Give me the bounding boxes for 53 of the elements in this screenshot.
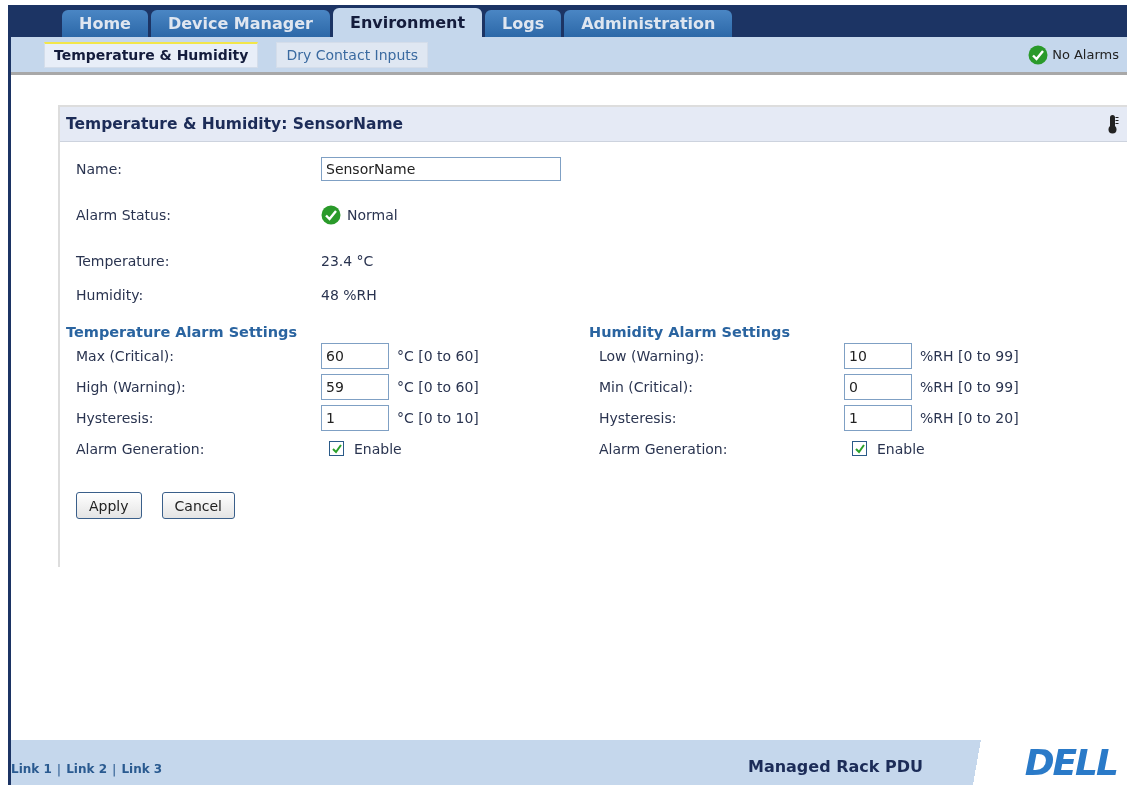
field-label: Low (Warning): bbox=[599, 347, 706, 364]
number-field[interactable]: 0 bbox=[844, 373, 912, 400]
footer-link[interactable]: Link 3 bbox=[121, 762, 163, 777]
humidity-value: 48 %RH bbox=[321, 287, 377, 303]
field-label: Humidity: bbox=[76, 287, 145, 303]
unit-range: %RH [0 to 99] bbox=[920, 347, 1019, 364]
nav-tab[interactable]: Logs bbox=[485, 10, 562, 37]
field-label: Alarm Generation: bbox=[76, 440, 206, 457]
field-label: Alarm Status: bbox=[76, 207, 172, 223]
thermometer-icon bbox=[1107, 114, 1119, 134]
field-label: Min (Critical): bbox=[599, 378, 694, 395]
product-name: Managed Rack PDU bbox=[747, 757, 923, 778]
link-separator: | bbox=[56, 762, 62, 777]
unit-range: °C [0 to 60] bbox=[397, 347, 479, 364]
checkbox-label: Enable bbox=[354, 440, 402, 457]
unit-range: °C [0 to 60] bbox=[397, 378, 479, 395]
unit-range: °C [0 to 10] bbox=[397, 409, 479, 426]
alarm-summary: No Alarms bbox=[1052, 47, 1119, 62]
number-field[interactable]: 10 bbox=[844, 342, 912, 369]
status-value: Normal bbox=[347, 207, 398, 223]
sub-tab[interactable]: Dry Contact Inputs bbox=[276, 41, 429, 68]
section-title: Temperature Alarm Settings bbox=[66, 324, 299, 340]
footer-link[interactable]: Link 2 bbox=[66, 762, 107, 777]
field-label: Max (Critical): bbox=[76, 347, 175, 364]
field-label: Hysteresis: bbox=[76, 409, 155, 426]
field-label: Temperature: bbox=[76, 253, 171, 269]
link-separator: | bbox=[112, 762, 117, 777]
form-button[interactable]: Apply bbox=[76, 492, 142, 519]
number-field[interactable]: 1 bbox=[321, 404, 389, 431]
field-label: High (Warning): bbox=[76, 378, 187, 395]
checkbox[interactable] bbox=[329, 441, 344, 456]
logo: DELL bbox=[1024, 742, 1117, 783]
name-field[interactable]: SensorName bbox=[321, 157, 561, 181]
unit-range: %RH [0 to 20] bbox=[920, 409, 1019, 426]
number-field[interactable]: 60 bbox=[321, 342, 389, 369]
nav-tab[interactable]: Home bbox=[62, 10, 148, 37]
panel-title: Temperature & Humidity: SensorName bbox=[66, 115, 404, 133]
unit-range: %RH [0 to 99] bbox=[920, 378, 1019, 395]
checkbox-label: Enable bbox=[877, 440, 925, 457]
temperature-value: 23.4 °C bbox=[321, 253, 374, 269]
checkbox[interactable] bbox=[852, 441, 867, 456]
section-title: Humidity Alarm Settings bbox=[589, 324, 792, 340]
field-label: Name: bbox=[76, 161, 124, 177]
number-field[interactable]: 59 bbox=[321, 373, 389, 400]
field-label: Hysteresis: bbox=[599, 409, 678, 426]
nav-tab[interactable]: Environment bbox=[332, 8, 483, 37]
nav-tab[interactable]: Device Manager bbox=[150, 10, 330, 37]
footer-link[interactable]: Link 1 bbox=[11, 762, 52, 777]
form-button[interactable]: Cancel bbox=[161, 492, 235, 519]
number-field[interactable]: 1 bbox=[844, 404, 912, 431]
nav-tab[interactable]: Administration bbox=[564, 10, 733, 37]
sub-tab[interactable]: Temperature & Humidity bbox=[44, 41, 259, 68]
field-label: Alarm Generation: bbox=[599, 440, 729, 457]
